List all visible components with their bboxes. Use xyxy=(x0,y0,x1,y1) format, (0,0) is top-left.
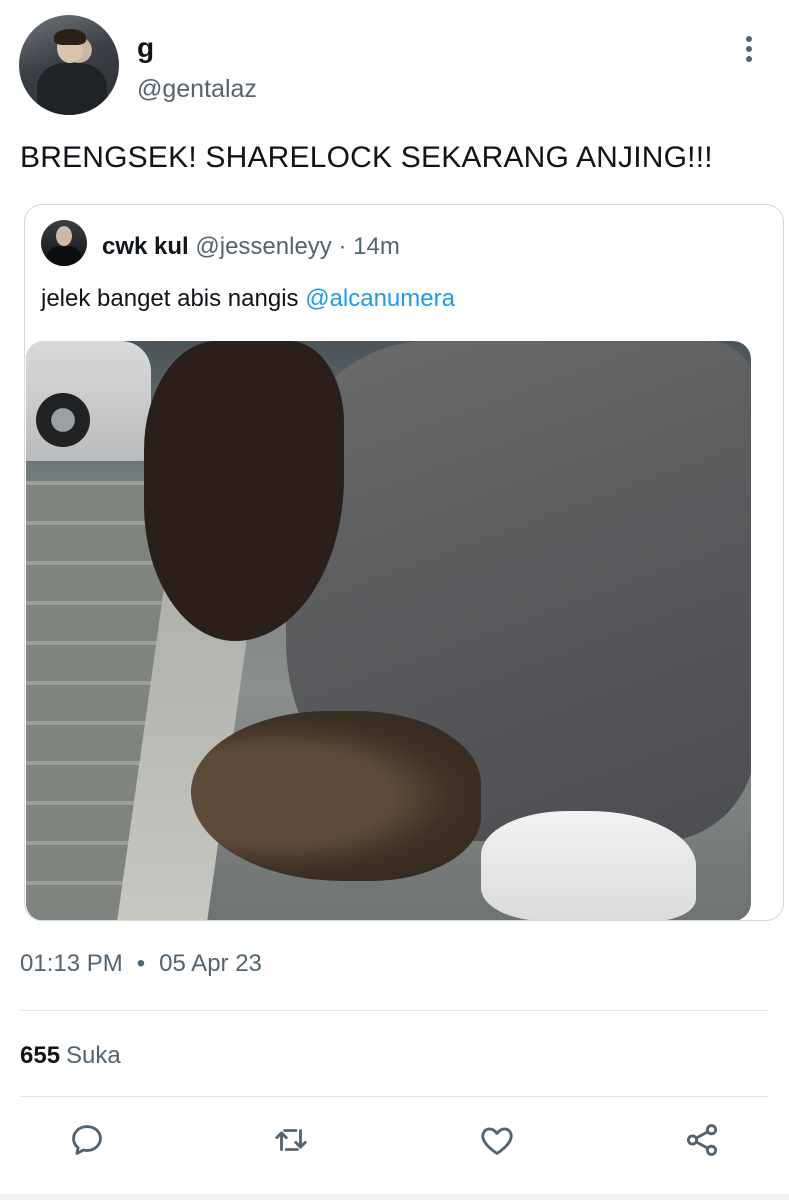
tweet-date: 05 Apr 23 xyxy=(159,950,262,977)
divider xyxy=(20,1010,769,1011)
quote-text-body: jelek banget abis nangis xyxy=(41,285,306,312)
more-vertical-icon-dot xyxy=(746,46,752,52)
quote-author-handle[interactable]: @jessenleyy xyxy=(195,233,331,260)
bottom-edge xyxy=(0,1194,789,1200)
quote-author-avatar[interactable] xyxy=(41,220,87,266)
more-options-button[interactable] xyxy=(736,32,762,66)
quoted-tweet[interactable]: cwk kul @jessenleyy · 14m jelek banget a… xyxy=(24,204,784,921)
more-vertical-icon-dot xyxy=(746,56,752,62)
photo-cat xyxy=(191,711,481,881)
author-avatar[interactable] xyxy=(19,15,119,115)
avatar-figure-body xyxy=(37,63,107,115)
tweet-text: BRENGSEK! SHARELOCK SEKARANG ANJING!!! xyxy=(20,141,713,174)
quote-separator: · xyxy=(338,233,347,260)
quote-meta: cwk kul @jessenleyy · 14m xyxy=(102,233,400,261)
quote-author-name[interactable]: cwk kul xyxy=(102,233,189,260)
photo-car-wheel xyxy=(36,393,90,447)
action-bar xyxy=(0,1120,789,1164)
divider xyxy=(20,1096,769,1097)
quote-avatar-figure-head xyxy=(56,226,72,246)
heart-icon xyxy=(481,1127,513,1155)
more-vertical-icon xyxy=(746,36,752,42)
likes-summary[interactable]: 655 Suka xyxy=(20,1042,121,1070)
like-button[interactable] xyxy=(477,1120,517,1160)
quote-text: jelek banget abis nangis @alcanumera xyxy=(41,285,455,313)
tweet-time: 01:13 PM xyxy=(20,950,123,977)
avatar-figure-hair xyxy=(54,29,86,45)
retweet-icon xyxy=(275,1129,307,1151)
reply-icon xyxy=(72,1125,102,1155)
author-display-name[interactable]: g xyxy=(137,32,154,64)
quote-photo[interactable] xyxy=(26,341,751,920)
retweet-button[interactable] xyxy=(271,1120,311,1160)
quote-avatar-figure-body xyxy=(47,246,81,266)
likes-count: 655 xyxy=(20,1042,61,1069)
reply-button[interactable] xyxy=(67,1120,107,1160)
quote-time: 14m xyxy=(353,233,400,260)
tweet-detail-page: g @gentalaz BRENGSEK! SHARELOCK SEKARANG… xyxy=(0,0,789,1200)
share-icon xyxy=(686,1124,718,1156)
photo-shoes xyxy=(481,811,696,920)
timestamp-separator: • xyxy=(136,950,146,977)
author-handle[interactable]: @gentalaz xyxy=(137,75,257,104)
quote-mention-link[interactable]: @alcanumera xyxy=(305,285,455,312)
photo-car xyxy=(26,341,151,461)
likes-label: Suka xyxy=(66,1042,121,1069)
share-button[interactable] xyxy=(682,1120,722,1160)
tweet-timestamp[interactable]: 01:13 PM • 05 Apr 23 xyxy=(20,950,262,978)
